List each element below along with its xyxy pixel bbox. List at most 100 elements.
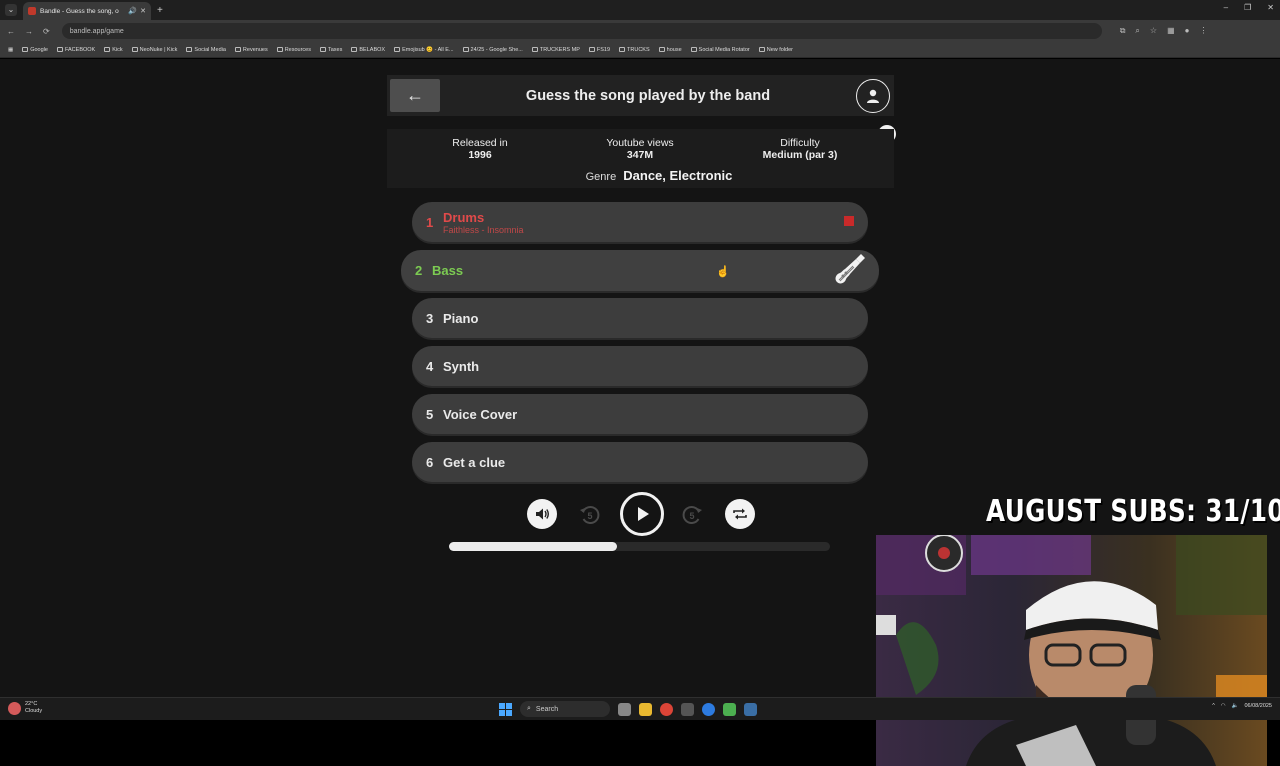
- zoom-icon[interactable]: ⌕: [1135, 26, 1139, 36]
- repeat-button[interactable]: [725, 499, 755, 529]
- release-stat: Released in 1996: [410, 137, 550, 161]
- tab-title: Bandle - Guess the song, o: [40, 7, 119, 15]
- address-bar-row: ← → ⟳ bandle.app/game ⧉ ⌕ ☆ ▦ ● ⋮: [0, 20, 1280, 42]
- bookmark-item[interactable]: TRUCKS: [619, 47, 650, 53]
- views-stat: Youtube views 347M: [570, 137, 710, 161]
- forward-icon: 5: [682, 506, 702, 524]
- bookmark-item[interactable]: New folder: [758, 47, 793, 53]
- xbox-icon[interactable]: [723, 702, 736, 716]
- profile-icon[interactable]: ●: [1185, 26, 1190, 36]
- apps-icon[interactable]: ▦: [8, 47, 13, 53]
- bookmark-item[interactable]: Kick: [104, 47, 123, 53]
- reload-icon[interactable]: ⟳: [43, 27, 50, 36]
- round-label: Synth: [443, 358, 480, 374]
- app-icon[interactable]: [681, 702, 694, 716]
- bookmark-item[interactable]: Revenues: [234, 47, 268, 53]
- menu-icon[interactable]: ⋮: [1199, 26, 1207, 36]
- url-text: bandle.app/game: [69, 27, 124, 35]
- views-value: 347M: [626, 149, 654, 161]
- minimize-icon[interactable]: –: [1224, 3, 1228, 12]
- account-button[interactable]: [856, 78, 890, 113]
- url-field[interactable]: bandle.app/game: [61, 23, 1102, 39]
- steam-icon[interactable]: [744, 702, 757, 716]
- chrome-icon[interactable]: [660, 702, 673, 716]
- weather-widget[interactable]: 22°C Cloudy: [8, 701, 42, 715]
- bookmark-item[interactable]: Taxes: [320, 47, 342, 53]
- round-row-voice-cover[interactable]: 5 Voice Cover: [412, 394, 868, 434]
- wrong-mark-icon: [844, 216, 854, 226]
- bookmark-item[interactable]: 24/25 - Google She...: [462, 47, 523, 53]
- bookmark-item[interactable]: house: [658, 47, 682, 53]
- extensions-icon[interactable]: ▦: [1167, 26, 1175, 36]
- tab-close-icon[interactable]: ✕: [140, 7, 146, 15]
- clock-date[interactable]: 06/08/2025: [1244, 703, 1272, 709]
- round-row-bass[interactable]: 2 Bass: [401, 250, 879, 291]
- bookmark-item[interactable]: BELABOX: [351, 47, 385, 53]
- file-explorer-icon[interactable]: [639, 702, 652, 716]
- back-button[interactable]: ←: [390, 79, 440, 112]
- round-row-clue[interactable]: 6 Get a clue: [412, 442, 868, 482]
- round-label: Voice Cover: [443, 406, 518, 422]
- round-number: 2: [415, 263, 423, 278]
- bookmark-item[interactable]: Resources: [276, 47, 311, 53]
- browser-tab[interactable]: Bandle - Guess the song, o 🔊 ✕: [23, 2, 151, 20]
- search-icon: ⌕: [527, 705, 531, 712]
- views-label: Youtube views: [606, 137, 674, 149]
- rewind-5-button[interactable]: 5: [576, 501, 604, 529]
- taskbar-search-label: Search: [535, 705, 559, 713]
- start-icon[interactable]: [499, 702, 512, 716]
- playback-progress-bar[interactable]: [449, 542, 830, 551]
- round-number: 1: [426, 214, 434, 230]
- song-info-panel: Released in 1996 Youtube views 347M Diff…: [387, 129, 894, 188]
- round-row-synth[interactable]: 4 Synth: [412, 346, 868, 386]
- tab-audio-icon[interactable]: 🔊: [128, 7, 137, 15]
- task-view-icon[interactable]: [618, 702, 631, 716]
- back-nav-icon[interactable]: ←: [7, 27, 15, 36]
- webcam-image: [876, 535, 1267, 766]
- bookmark-item[interactable]: NeoNuke | Kick: [131, 47, 177, 53]
- forward-5-button[interactable]: 5: [678, 501, 706, 529]
- bookmark-item[interactable]: Social Media Rotator: [690, 47, 750, 53]
- play-button[interactable]: [620, 492, 664, 536]
- cast-icon[interactable]: ⧉: [1120, 26, 1126, 36]
- bookmarks-bar: ▦ Google FACEBOOK Kick NeoNuke | Kick So…: [0, 42, 1280, 58]
- round-number: 3: [426, 310, 434, 326]
- forward-seconds: 5: [689, 511, 694, 521]
- release-value: 1996: [468, 149, 492, 161]
- taskbar-search[interactable]: ⌕ Search: [520, 701, 610, 717]
- round-row-drums[interactable]: 1 Drums Faithless - Insomnia: [412, 202, 868, 242]
- bookmark-item[interactable]: FS19: [588, 47, 610, 53]
- volume-button[interactable]: [527, 499, 557, 529]
- new-tab-button[interactable]: +: [157, 5, 163, 16]
- restore-icon[interactable]: ❐: [1244, 3, 1251, 12]
- bookmark-item[interactable]: Google: [22, 47, 48, 53]
- edge-icon[interactable]: [702, 702, 715, 716]
- bass-guitar-icon: [835, 254, 865, 284]
- round-row-piano[interactable]: 3 Piano: [412, 298, 868, 338]
- rewind-icon: 5: [580, 506, 600, 524]
- tray-chevron-icon[interactable]: ^: [1212, 703, 1215, 709]
- bookmark-item[interactable]: Emojisub 😊 - All E...: [394, 47, 454, 53]
- round-number: 5: [426, 406, 434, 422]
- webcam-feed: [876, 535, 1267, 766]
- forward-nav-icon[interactable]: →: [25, 27, 33, 36]
- progress-fill: [449, 542, 617, 551]
- rewind-seconds: 5: [587, 511, 592, 521]
- bookmark-star-icon[interactable]: ☆: [1150, 26, 1157, 36]
- round-label: Bass: [432, 263, 464, 278]
- bookmark-item[interactable]: TRUCKERS MP: [531, 47, 580, 53]
- game-header: ← Guess the song played by the band: [387, 75, 894, 116]
- subs-goal-overlay: AUGUST SUBS: 31/100: [986, 494, 1280, 529]
- genre-line: Genre Dance, Electronic: [387, 168, 931, 183]
- difficulty-value: Medium (par 3): [762, 149, 838, 161]
- tab-search-button[interactable]: ⌄: [5, 4, 17, 16]
- weather-condition: Cloudy: [25, 708, 43, 714]
- browser-tab-bar: ⌄ Bandle - Guess the song, o 🔊 ✕ + – ❐ ✕: [0, 0, 1280, 20]
- wifi-icon[interactable]: ◠: [1221, 703, 1226, 709]
- close-window-icon[interactable]: ✕: [1267, 3, 1274, 12]
- taskbar: 22°C Cloudy ⌕ Search ^ ◠ 🔈 06/08/2025: [0, 697, 1280, 720]
- volume-tray-icon[interactable]: 🔈: [1232, 703, 1239, 709]
- bookmark-item[interactable]: Social Media: [186, 47, 226, 53]
- user-icon: [867, 89, 879, 103]
- bookmark-item[interactable]: FACEBOOK: [56, 47, 95, 53]
